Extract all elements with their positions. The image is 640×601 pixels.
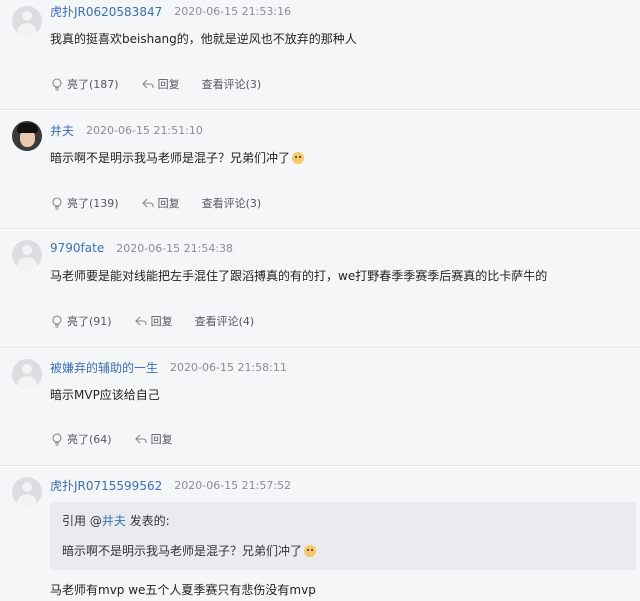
default-avatar-icon[interactable] xyxy=(12,240,42,270)
comment-item: 虎扑JR0715599562 2020-06-15 21:57:52 引用 @井… xyxy=(0,467,640,601)
like-count: 亮了(91) xyxy=(67,315,112,328)
reply-button[interactable]: 回复 xyxy=(134,313,173,329)
reply-arrow-icon xyxy=(134,434,147,444)
default-avatar-icon[interactable] xyxy=(12,359,42,389)
reply-label: 回复 xyxy=(157,78,180,91)
reply-label: 回复 xyxy=(150,315,173,328)
username-link[interactable]: 虎扑JR0715599562 xyxy=(50,477,162,494)
reply-arrow-icon xyxy=(134,316,147,326)
view-comments-link[interactable]: 查看评论(3) xyxy=(202,76,262,92)
reply-button[interactable]: 回复 xyxy=(134,431,173,447)
comment-text: 我真的挺喜欢beishang的，他就是逆风也不放弃的那种人 xyxy=(50,32,357,46)
quote-suffix: 发表的: xyxy=(125,514,170,528)
dog-emoji-icon xyxy=(292,152,305,164)
quote-text-body: 暗示啊不是明示我马老师是混子？兄弟们冲了 xyxy=(62,544,303,558)
like-button[interactable]: 亮了(187) xyxy=(50,76,119,92)
quote-block: 引用 @井夫 发表的: 暗示啊不是明示我马老师是混子？兄弟们冲了 xyxy=(50,502,636,570)
comment-text: 马老师有mvp we五个人夏季赛只有悲伤没有mvp xyxy=(50,583,316,597)
timestamp: 2020-06-15 21:57:52 xyxy=(174,478,292,492)
username-link[interactable]: 被嫌弃的辅助的一生 xyxy=(50,359,158,376)
like-button[interactable]: 亮了(91) xyxy=(50,313,112,329)
light-bulb-icon xyxy=(52,78,62,91)
dog-emoji-icon xyxy=(304,545,317,557)
view-comments-link[interactable]: 查看评论(4) xyxy=(195,313,255,329)
light-bulb-icon xyxy=(52,197,62,210)
comment-item: 9790fate 2020-06-15 21:54:38 马老师要是能对线能把左… xyxy=(0,230,640,348)
comment-item: 虎扑JR0620583847 2020-06-15 21:53:16 我真的挺喜… xyxy=(0,0,640,110)
username-link[interactable]: 9790fate xyxy=(50,241,104,255)
timestamp: 2020-06-15 21:54:38 xyxy=(116,241,234,255)
reply-label: 回复 xyxy=(157,197,180,210)
comment-text-body: 暗示啊不是明示我马老师是混子？兄弟们冲了 xyxy=(50,151,291,165)
quote-header: 引用 @井夫 发表的: xyxy=(62,512,170,529)
default-avatar-icon[interactable] xyxy=(12,477,42,507)
default-avatar-icon[interactable] xyxy=(12,6,42,36)
timestamp: 2020-06-15 21:53:16 xyxy=(174,4,292,18)
comment-text: 暗示啊不是明示我马老师是混子？兄弟们冲了 xyxy=(50,149,305,166)
quote-prefix: 引用 @ xyxy=(62,514,102,528)
like-count: 亮了(139) xyxy=(67,197,119,210)
reply-arrow-icon xyxy=(141,198,154,208)
quote-username-link[interactable]: 井夫 xyxy=(102,514,126,528)
reply-arrow-icon xyxy=(141,79,154,89)
comment-text: 马老师要是能对线能把左手混住了跟滔搏真的有的打，we打野春季季赛季后赛真的比卡萨… xyxy=(50,269,548,283)
reply-label: 回复 xyxy=(150,433,173,446)
comment-text: 暗示MVP应该给自己 xyxy=(50,388,160,402)
comment-item: 井夫 2020-06-15 21:51:10 暗示啊不是明示我马老师是混子？兄弟… xyxy=(0,111,640,229)
quote-text: 暗示啊不是明示我马老师是混子？兄弟们冲了 xyxy=(62,542,317,559)
username-link[interactable]: 虎扑JR0620583847 xyxy=(50,3,162,20)
light-bulb-icon xyxy=(52,315,62,328)
username-link[interactable]: 井夫 xyxy=(50,122,74,139)
reply-button[interactable]: 回复 xyxy=(141,195,180,211)
view-comments-link[interactable]: 查看评论(3) xyxy=(202,195,262,211)
reply-button[interactable]: 回复 xyxy=(141,76,180,92)
timestamp: 2020-06-15 21:58:11 xyxy=(170,360,287,374)
comment-item: 被嫌弃的辅助的一生 2020-06-15 21:58:11 暗示MVP应该给自己… xyxy=(0,349,640,466)
like-button[interactable]: 亮了(64) xyxy=(50,431,112,447)
light-bulb-icon xyxy=(52,433,62,446)
like-count: 亮了(64) xyxy=(67,433,112,446)
user-photo-avatar[interactable] xyxy=(12,121,42,151)
like-button[interactable]: 亮了(139) xyxy=(50,195,119,211)
like-count: 亮了(187) xyxy=(67,78,119,91)
timestamp: 2020-06-15 21:51:10 xyxy=(86,123,203,137)
